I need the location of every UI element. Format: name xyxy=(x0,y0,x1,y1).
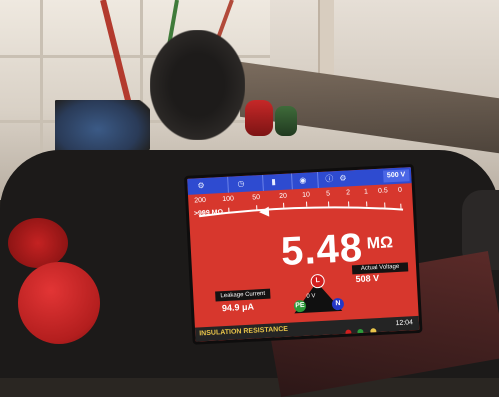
divider xyxy=(227,177,229,193)
actual-voltage-label: Actual Voltage xyxy=(352,262,408,274)
neutral-terminal: N xyxy=(332,298,345,311)
clock: 12:04 xyxy=(395,318,413,329)
divider xyxy=(262,175,264,191)
tester-display: ⚙ ◷ ▮ ◉ ⓘ ⚙ 500 V 200 100 50 20 10 5 2 1 xyxy=(184,164,423,345)
green-probe xyxy=(275,106,297,136)
green-status-dot xyxy=(358,329,364,335)
rotary-dial[interactable] xyxy=(18,262,100,344)
leakage-current-value: 94.9 μA xyxy=(222,302,255,314)
cable-bundle xyxy=(150,30,245,140)
scale-tick-label: 0.5 xyxy=(378,187,388,194)
scale-tick-label: 200 xyxy=(194,197,206,205)
red-probe xyxy=(245,100,273,136)
leakage-current-label: Leakage Current xyxy=(215,289,270,302)
red-button[interactable] xyxy=(8,218,68,268)
scale-tick-label: 5 xyxy=(326,190,330,197)
target-icon: ◉ xyxy=(299,175,307,187)
yellow-status-dot xyxy=(370,328,376,334)
actual-voltage-value: 508 V xyxy=(355,273,379,284)
scale-tick-label: 1 xyxy=(364,188,368,195)
settings-icon: ⚙ xyxy=(339,173,347,185)
scale-tick-label: 0 xyxy=(398,187,402,194)
scale-tick-label: 100 xyxy=(222,195,234,203)
scale-tick-label: 20 xyxy=(279,193,287,200)
scale-tick-label: 2 xyxy=(346,189,350,196)
red-status-dot xyxy=(345,329,351,335)
zero-volt-label: 0 V xyxy=(306,293,315,299)
range-badge: 500 V xyxy=(383,169,410,182)
battery-icon: ▮ xyxy=(271,176,276,188)
clock-icon: ◷ xyxy=(237,178,245,190)
scale-tick-label: 50 xyxy=(252,194,260,201)
scale-arc xyxy=(199,202,403,220)
resistance-unit: MΩ xyxy=(366,234,393,253)
divider xyxy=(317,172,319,188)
infinity-label: >999 MΩ xyxy=(194,209,224,219)
divider xyxy=(291,173,293,189)
mode-title: INSULATION RESISTANCE xyxy=(199,325,288,340)
info-icon: ⓘ xyxy=(325,173,334,185)
scale-pointer xyxy=(259,207,270,218)
bluetooth-icon: ⚙ xyxy=(197,180,205,192)
scale-tick-label: 10 xyxy=(302,191,310,198)
